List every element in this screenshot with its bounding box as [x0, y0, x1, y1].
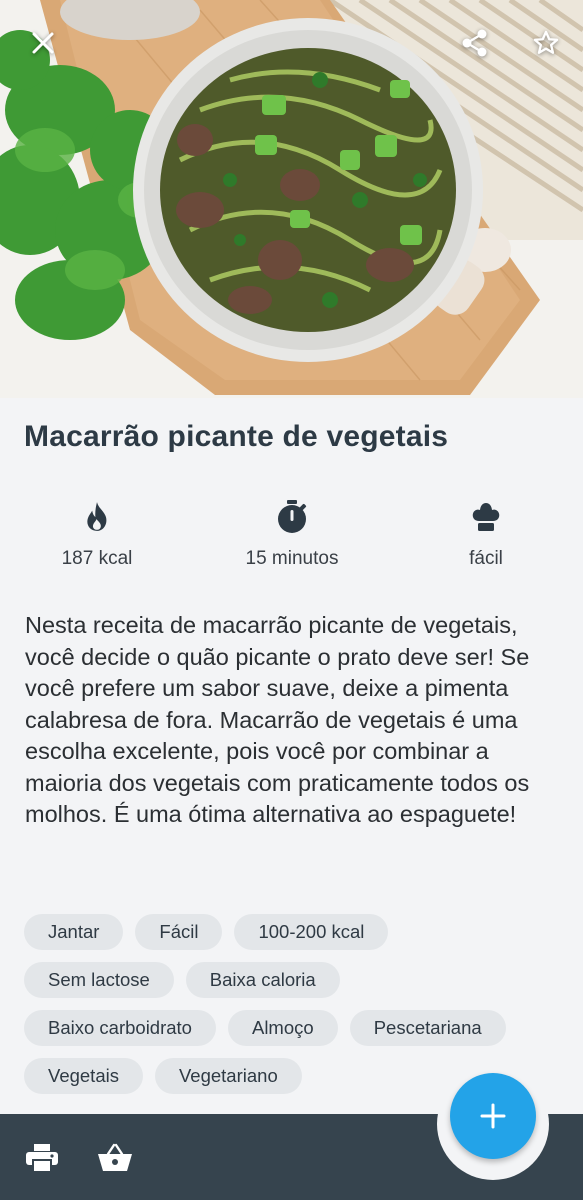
stat-time: 15 minutos: [212, 498, 372, 570]
print-button[interactable]: [18, 1134, 66, 1182]
tag-chip[interactable]: Pescetariana: [349, 1010, 506, 1046]
time-value: 15 minutos: [245, 548, 339, 569]
tag-chip[interactable]: Fácil: [135, 914, 223, 950]
add-button[interactable]: [450, 1073, 536, 1159]
plus-icon: [480, 1103, 506, 1129]
chef-hat-icon: [472, 503, 500, 531]
share-button[interactable]: [456, 24, 494, 62]
tag-chip[interactable]: Vegetariano: [154, 1058, 302, 1094]
tag-chip[interactable]: Baixo carboidrato: [24, 1010, 216, 1046]
close-button[interactable]: [24, 24, 62, 62]
shopping-list-button[interactable]: [91, 1134, 139, 1182]
difficulty-value: fácil: [469, 548, 503, 569]
recipe-stats: 187 kcal 15 minutos fácil: [0, 498, 583, 578]
tag-chip[interactable]: Baixa caloria: [185, 962, 340, 998]
basket-icon: [98, 1143, 132, 1171]
recipe-description: Nesta receita de macarrão picante de veg…: [25, 612, 530, 827]
recipe-title: Macarrão picante de vegetais: [24, 420, 449, 453]
tag-chip[interactable]: Vegetais: [24, 1058, 143, 1094]
tag-chip[interactable]: Sem lactose: [24, 962, 174, 998]
stat-calories: 187 kcal: [17, 498, 177, 570]
recipe-hero-image: [0, 0, 583, 398]
stopwatch-icon: [278, 500, 307, 533]
flame-icon: [87, 502, 107, 531]
close-icon: [32, 32, 54, 54]
printer-icon: [26, 1144, 58, 1173]
favorite-button[interactable]: [527, 24, 565, 62]
tag-row: Baixo carboidrato Almoço Pescetariana: [24, 1010, 564, 1046]
star-outline-icon: [533, 30, 559, 54]
share-icon: [462, 29, 487, 57]
tag-row: Jantar Fácil 100-200 kcal: [24, 914, 564, 950]
tag-chip[interactable]: Almoço: [227, 1010, 338, 1046]
stat-difficulty: fácil: [406, 498, 566, 570]
tag-row: Sem lactose Baixa caloria: [24, 962, 564, 998]
calories-value: 187 kcal: [61, 548, 133, 569]
dish-photo: [0, 0, 583, 398]
tag-chip[interactable]: Jantar: [24, 914, 124, 950]
tag-chip[interactable]: 100-200 kcal: [234, 914, 389, 950]
recipe-content: Macarrão picante de vegetais 187 kcal 15…: [0, 398, 583, 1114]
bowl: [133, 18, 483, 362]
